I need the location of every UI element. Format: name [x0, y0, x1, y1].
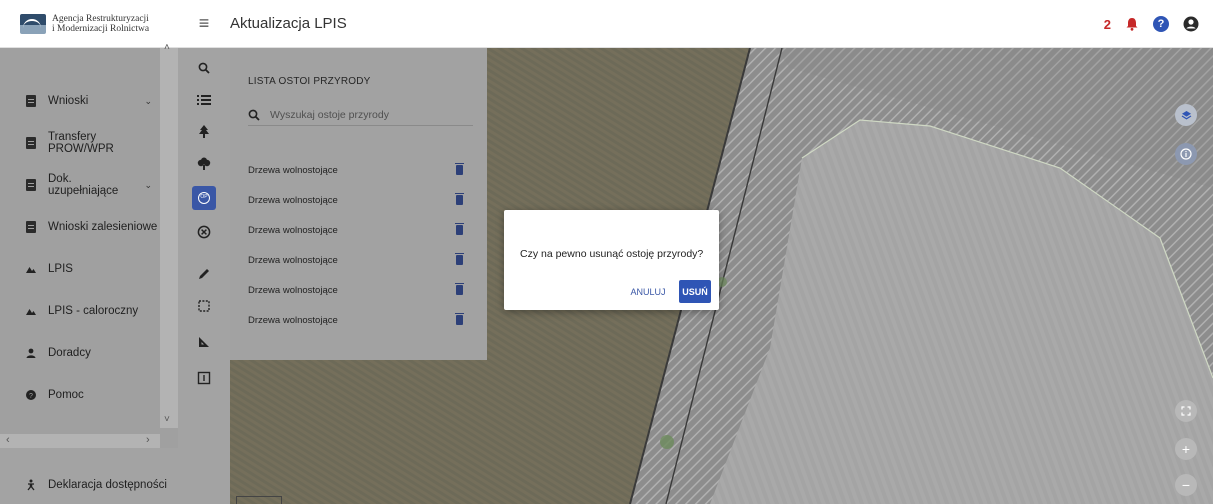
sidebar: Wnioski ⌄ Transfery PROW/WPR Dok. uzupeł…	[0, 42, 178, 504]
layers-icon[interactable]	[1175, 104, 1197, 126]
cancel-circle-icon[interactable]	[192, 220, 216, 244]
list-item-label: Drzewa wolnostojące	[248, 314, 338, 326]
info-icon[interactable]	[1175, 143, 1197, 165]
mountains-icon	[26, 309, 36, 315]
sidebar-item-doradcy[interactable]: Doradcy	[0, 342, 160, 364]
list-item[interactable]: Drzewa wolnostojące	[248, 191, 464, 209]
list-icon[interactable]	[192, 88, 216, 112]
search-icon[interactable]	[192, 56, 216, 80]
list-item[interactable]: Drzewa wolnostojące	[248, 221, 464, 239]
account-icon[interactable]	[1183, 16, 1199, 32]
list-item[interactable]: Drzewa wolnostojące	[248, 251, 464, 269]
app-header: Agencja Restrukturyzacji i Modernizacji …	[0, 0, 1213, 48]
list-item[interactable]: Drzewa wolnostojące	[248, 311, 464, 329]
search-icon	[248, 109, 260, 121]
bell-icon[interactable]	[1125, 17, 1139, 31]
sidebar-horizontal-scrollbar[interactable]: ‹ ›	[0, 434, 160, 448]
scroll-left-icon[interactable]: ‹	[6, 434, 10, 446]
sidebar-item-label: LPIS	[48, 263, 73, 275]
ostoja-icon[interactable]: OP	[192, 186, 216, 210]
svg-text:?: ?	[29, 393, 33, 400]
sidebar-item-label: Pomoc	[48, 389, 84, 401]
brand-line-1: Agencja Restrukturyzacji	[52, 13, 149, 24]
mountains-icon	[26, 267, 36, 273]
select-area-icon[interactable]	[192, 294, 216, 318]
help-icon[interactable]: ?	[1153, 16, 1169, 32]
trash-icon[interactable]	[455, 313, 464, 325]
tree-icon[interactable]	[192, 120, 216, 144]
clipboard-icon	[26, 179, 36, 191]
list-item-label: Drzewa wolnostojące	[248, 284, 338, 296]
help-circle-icon: ?	[26, 390, 36, 400]
list-item[interactable]: Drzewa wolnostojące	[248, 161, 464, 179]
sidebar-item-label: Deklaracja dostępności	[48, 479, 167, 491]
arimr-logo	[20, 13, 46, 34]
zoom-in-button[interactable]: +	[1175, 438, 1197, 460]
sidebar-item-label: Transfery PROW/WPR	[48, 131, 114, 155]
info-box-icon[interactable]	[192, 366, 216, 390]
brand-line-2: i Modernizacji Rolnictwa	[52, 23, 150, 34]
hamburger-icon[interactable]: ≡	[178, 13, 230, 34]
page-title: Aktualizacja LPIS	[230, 15, 347, 32]
shrub-icon[interactable]	[192, 152, 216, 176]
list-item-label: Drzewa wolnostojące	[248, 224, 338, 236]
panel-title: LISTA OSTOI PRZYRODY	[248, 76, 371, 87]
trash-icon[interactable]	[455, 283, 464, 295]
person-icon	[26, 348, 36, 358]
sidebar-item-wnioski-zalesieniowe[interactable]: Wnioski zalesieniowe	[0, 216, 160, 238]
map-scale-bar	[236, 496, 282, 504]
clipboard-icon	[26, 95, 36, 107]
panel-search	[248, 104, 473, 126]
brand[interactable]: Agencja Restrukturyzacji i Modernizacji …	[0, 0, 178, 48]
list-item-label: Drzewa wolnostojące	[248, 194, 338, 206]
chevron-down-icon: ⌄	[144, 95, 152, 106]
zoom-out-button[interactable]: −	[1175, 474, 1197, 496]
tool-column: OP	[178, 48, 230, 504]
sidebar-footer: Deklaracja dostępności	[0, 448, 178, 504]
sidebar-item-deklaracja-dostepnosci[interactable]: Deklaracja dostępności	[0, 474, 178, 496]
trash-icon[interactable]	[455, 253, 464, 265]
sidebar-item-pomoc[interactable]: ? Pomoc	[0, 384, 160, 406]
confirm-delete-dialog: Czy na pewno usunąć ostoję przyrody? ANU…	[504, 210, 719, 310]
scroll-right-icon[interactable]: ›	[146, 434, 150, 446]
list-item[interactable]: Drzewa wolnostojące	[248, 281, 464, 299]
clipboard-icon	[26, 221, 36, 233]
ostoja-badge: OP	[198, 192, 210, 204]
sidebar-vertical-scrollbar[interactable]: ˄ ˅	[160, 42, 178, 428]
sidebar-item-dok-uzupelniajace[interactable]: Dok. uzupełniające ⌄	[0, 173, 160, 197]
header-actions: 2 ?	[1104, 0, 1213, 48]
sidebar-item-label: LPIS - caloroczny	[48, 305, 139, 317]
sidebar-item-lpis[interactable]: LPIS	[0, 258, 160, 280]
trash-icon[interactable]	[455, 223, 464, 235]
trash-icon[interactable]	[455, 193, 464, 205]
clipboard-icon	[26, 137, 36, 149]
sidebar-item-label: Wnioski zalesieniowe	[48, 221, 158, 233]
sidebar-item-wnioski[interactable]: Wnioski ⌄	[0, 90, 160, 112]
sidebar-item-lpis-caloroczny[interactable]: LPIS - caloroczny	[0, 300, 160, 322]
chevron-down-icon: ⌄	[144, 179, 152, 190]
sidebar-item-label: Dok. uzupełniające	[48, 173, 119, 197]
fullscreen-icon[interactable]	[1175, 400, 1197, 422]
brand-name: Agencja Restrukturyzacji i Modernizacji …	[52, 14, 149, 34]
scroll-up-icon[interactable]: ˄	[164, 42, 170, 53]
list-item-label: Drzewa wolnostojące	[248, 254, 338, 266]
measure-icon[interactable]	[192, 330, 216, 354]
notification-count[interactable]: 2	[1104, 17, 1111, 32]
list-item-label: Drzewa wolnostojące	[248, 164, 338, 176]
sidebar-item-transfery[interactable]: Transfery PROW/WPR	[0, 131, 160, 155]
dialog-message: Czy na pewno usunąć ostoję przyrody?	[520, 248, 704, 260]
accessibility-icon	[27, 479, 35, 491]
scroll-down-icon[interactable]: ˅	[164, 414, 170, 425]
sidebar-item-label: Wnioski	[48, 95, 89, 107]
cancel-button[interactable]: ANULUJ	[626, 283, 670, 301]
sidebar-item-label: Doradcy	[48, 347, 91, 359]
trash-icon[interactable]	[455, 163, 464, 175]
nature-refuge-panel: LISTA OSTOI PRZYRODY Drzewa wolnostojące…	[230, 48, 487, 360]
delete-button[interactable]: USUŃ	[679, 280, 711, 303]
search-input[interactable]	[270, 108, 460, 121]
pencil-icon[interactable]	[192, 262, 216, 286]
